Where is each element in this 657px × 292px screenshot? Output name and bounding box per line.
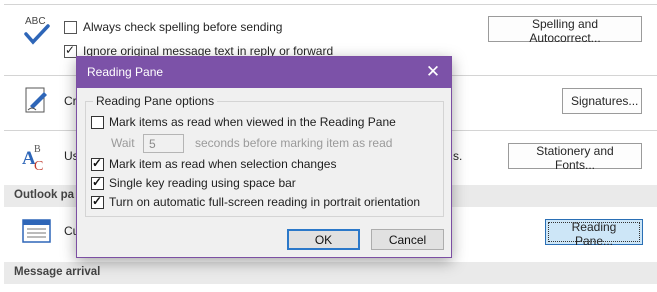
create-signature-label: Cr — [64, 94, 77, 108]
mark-read-on-selection-change-option[interactable]: Mark item as read when selection changes — [91, 156, 336, 172]
single-key-reading-option[interactable]: Single key reading using space bar — [91, 175, 296, 191]
section-title: Outlook pa — [14, 189, 75, 201]
signature-icon — [24, 86, 52, 116]
stationery-fonts-icon: A C B — [20, 140, 54, 174]
reading-pane-dialog: Reading Pane ✕ Reading Pane options Mark… — [76, 56, 452, 258]
stationery-fonts-button[interactable]: Stationery and Fonts... — [508, 143, 642, 172]
section-title: Message arrival — [14, 266, 101, 278]
stationery-label-end: s. — [453, 149, 463, 163]
full-screen-portrait-option[interactable]: Turn on automatic full-screen reading in… — [91, 194, 420, 210]
checkbox[interactable] — [91, 194, 104, 209]
reading-pane-icon — [22, 219, 52, 245]
option-label: Turn on automatic full-screen reading in… — [109, 195, 421, 209]
divider — [4, 4, 657, 5]
spelling-autocorrect-button[interactable]: Spelling and Autocorrect... — [488, 16, 642, 45]
wait-label: Wait — [111, 136, 135, 150]
checkbox[interactable] — [91, 175, 104, 190]
cancel-button[interactable]: Cancel — [371, 229, 444, 250]
reading-pane-button[interactable]: Reading Pane... — [545, 219, 643, 248]
group-label: Reading Pane options — [93, 94, 218, 108]
signatures-button[interactable]: Signatures... — [562, 88, 642, 114]
always-check-spelling-checkbox[interactable] — [64, 21, 77, 34]
option-label: Single key reading using space bar — [109, 176, 296, 190]
svg-text:ABC: ABC — [25, 16, 46, 27]
wait-suffix-label: seconds before marking item as read — [195, 136, 393, 150]
ok-button[interactable]: OK — [287, 229, 360, 250]
option-label: Mark items as read when viewed in the Re… — [109, 115, 396, 129]
checkbox[interactable] — [91, 156, 104, 171]
wait-seconds-input[interactable] — [143, 134, 184, 153]
svg-text:B: B — [34, 144, 41, 155]
close-icon[interactable]: ✕ — [423, 62, 443, 82]
mark-read-when-viewed-option[interactable]: Mark items as read when viewed in the Re… — [91, 114, 396, 130]
section-header-message-arrival: Message arrival — [4, 262, 657, 284]
spelling-icon: ABC — [22, 14, 52, 48]
checkbox[interactable] — [91, 115, 104, 129]
dialog-title-bar[interactable]: Reading Pane ✕ — [77, 57, 451, 88]
dialog-title: Reading Pane — [87, 65, 164, 79]
always-check-spelling-label: Always check spelling before sending — [83, 20, 283, 34]
option-label: Mark item as read when selection changes — [109, 157, 337, 171]
svg-text:C: C — [34, 159, 43, 174]
